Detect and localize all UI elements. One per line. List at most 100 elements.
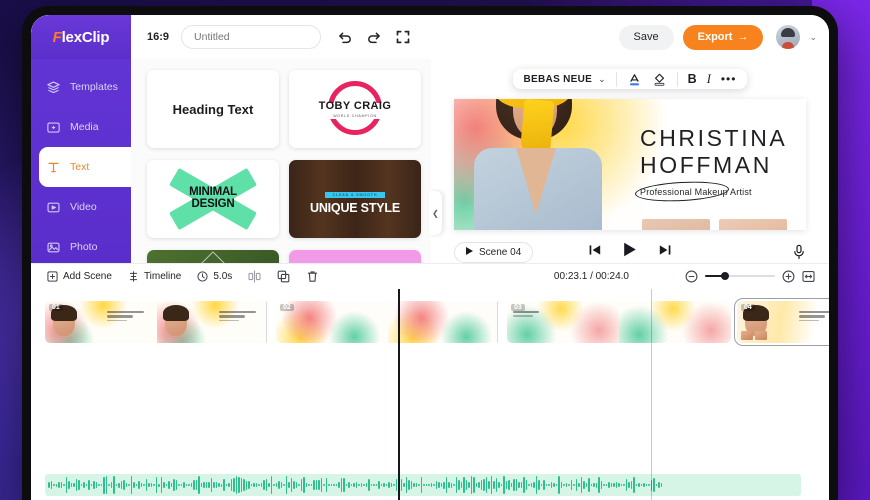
avatar[interactable] (776, 25, 801, 49)
timeline-scene-03[interactable]: 03 (507, 300, 731, 343)
timeline-label: Timeline (143, 270, 182, 282)
template-card-emily-smith[interactable]: Emily & Smith (147, 250, 279, 263)
canvas-thumbnail-group (642, 219, 787, 230)
save-button[interactable]: Save (618, 24, 674, 50)
fit-width-icon[interactable] (802, 270, 815, 283)
scene-thumbnail: 04 (737, 300, 829, 343)
scene-duration-button[interactable]: 5.0s (197, 271, 232, 282)
redo-icon[interactable] (366, 29, 382, 45)
text-color-icon[interactable] (627, 72, 642, 87)
scene-trim-handle[interactable] (266, 300, 270, 343)
app-body: Templates Media Text Video Photo Heading… (31, 59, 829, 453)
canvas-thumbnail-makeup-brush[interactable] (642, 219, 710, 230)
canvas-title-line-1: CHRISTINA (640, 125, 788, 152)
font-family-value: BEBAS NEUE (523, 73, 593, 85)
current-scene-chip[interactable]: Scene 04 (454, 241, 534, 263)
video-canvas[interactable]: CHRISTINA HOFFMAN Professional Makeup Ar… (454, 99, 806, 230)
fullscreen-icon[interactable] (395, 29, 411, 45)
skip-previous-icon[interactable] (589, 243, 601, 261)
brand-logo[interactable]: FlexClip (31, 15, 131, 59)
font-family-select[interactable]: BEBAS NEUE ⌄ (524, 74, 606, 85)
aspect-ratio-label[interactable]: 16:9 (147, 31, 169, 43)
sidebar-item-text[interactable]: Text (39, 147, 131, 187)
scene-number: 03 (511, 303, 525, 311)
promo-stage: FlexClip 16:9 Save (0, 0, 870, 500)
plus-box-icon (47, 270, 58, 282)
template-line-2: DESIGN (191, 198, 235, 210)
timeline-track[interactable]: 01 02 03 04 (31, 288, 829, 500)
scene-number: 02 (280, 303, 294, 311)
export-button[interactable]: Export → (682, 24, 764, 50)
fill-color-icon[interactable] (652, 72, 667, 87)
timeline-playhead[interactable] (398, 288, 400, 500)
template-card-heading-text[interactable]: Heading Text (147, 70, 279, 148)
device-frame: FlexClip 16:9 Save (22, 6, 838, 500)
video-icon (46, 200, 61, 215)
unique-stack: CLEAN & SMOOTH UNIQUE STYLE (310, 183, 400, 215)
layers-icon (46, 80, 61, 95)
timeline-scene-02[interactable]: 02 (276, 300, 501, 343)
clock-icon (197, 270, 208, 282)
template-subtitle: WORLD CHAMPION (333, 114, 377, 118)
toolbar-divider (676, 71, 678, 87)
brand-name-text: lexClip (61, 28, 110, 46)
bold-button[interactable]: B (688, 72, 697, 86)
zoom-slider-handle[interactable] (721, 272, 729, 280)
template-card-unique-style[interactable]: CLEAN & SMOOTH UNIQUE STYLE (289, 160, 421, 238)
sidebar-item-photo[interactable]: Photo (31, 227, 131, 267)
canvas-thumbnail-eyeshadow[interactable] (719, 219, 787, 230)
template-card-toby-craig[interactable]: TOBY CRAIG WORLD CHAMPION (289, 70, 421, 148)
skip-next-icon[interactable] (659, 243, 671, 261)
scene-text-lines (107, 310, 151, 324)
zoom-in-icon[interactable] (782, 270, 795, 283)
timeline-button[interactable]: Timeline (128, 271, 181, 282)
transport-controls (589, 242, 671, 262)
sidebar-item-media[interactable]: Media (31, 107, 131, 147)
trash-icon[interactable] (306, 270, 319, 283)
text-template-panel: Heading Text TOBY CRAIG WORLD CHAMPION M… (131, 59, 431, 263)
scene-thumbnail-end (619, 300, 731, 343)
audio-track[interactable] (45, 474, 801, 496)
text-format-toolbar: BEBAS NEUE ⌄ B I ••• (512, 69, 748, 90)
sidebar-item-video[interactable]: Video (31, 187, 131, 227)
microphone-icon[interactable] (792, 244, 806, 260)
scene-thumbnail-end (388, 300, 500, 343)
zoom-slider[interactable] (705, 272, 775, 280)
timeline-scene-04[interactable]: 04 (734, 297, 829, 346)
add-scene-button[interactable]: Add Scene (47, 271, 112, 282)
timeline-scene-01[interactable]: 01 (45, 300, 270, 343)
scene-strip: 01 02 03 04 (45, 297, 829, 346)
template-title: Heading Text (172, 101, 254, 117)
sidebar-item-templates[interactable]: Templates (31, 67, 131, 107)
chevron-left-icon: ❮ (432, 208, 439, 218)
italic-button[interactable]: I (707, 72, 711, 87)
zoom-controls (685, 270, 815, 283)
play-icon[interactable] (623, 242, 637, 262)
canvas-title-text[interactable]: CHRISTINA HOFFMAN (640, 125, 787, 179)
sidebar-item-label: Media (70, 121, 99, 133)
account-chevron-down-icon[interactable]: ⌄ (809, 32, 817, 43)
scene-art (388, 300, 500, 343)
media-folder-icon (46, 120, 61, 135)
more-options-button[interactable]: ••• (721, 72, 737, 86)
scene-trim-handle[interactable] (497, 300, 501, 343)
canvas-subtitle-text[interactable]: Professional Makeup Artist (640, 187, 752, 197)
project-title-input[interactable] (181, 25, 322, 49)
text-t-icon (46, 160, 61, 175)
scene-duration-label: 5.0s (213, 270, 233, 282)
scene-thumbnail: 03 (507, 300, 619, 343)
zoom-out-icon[interactable] (685, 270, 698, 283)
panel-collapse-button[interactable]: ❮ (429, 191, 442, 235)
scene-text-lines (799, 310, 829, 324)
split-icon[interactable] (248, 269, 261, 283)
sidebar: Templates Media Text Video Photo (31, 59, 131, 453)
template-title: TOBY CRAIG (318, 100, 392, 112)
duplicate-icon[interactable] (277, 270, 290, 283)
undo-icon[interactable] (337, 29, 353, 45)
timeline-guide-line (651, 288, 652, 500)
export-arrow-icon: → (737, 31, 749, 43)
header-actions: Save Export → ⌄ (618, 24, 817, 50)
template-card-clean[interactable]: CLEAN (289, 250, 421, 263)
template-tag: CLEAN & SMOOTH (324, 192, 386, 198)
template-card-minimal-design[interactable]: MINIMAL DESIGN (147, 160, 279, 238)
